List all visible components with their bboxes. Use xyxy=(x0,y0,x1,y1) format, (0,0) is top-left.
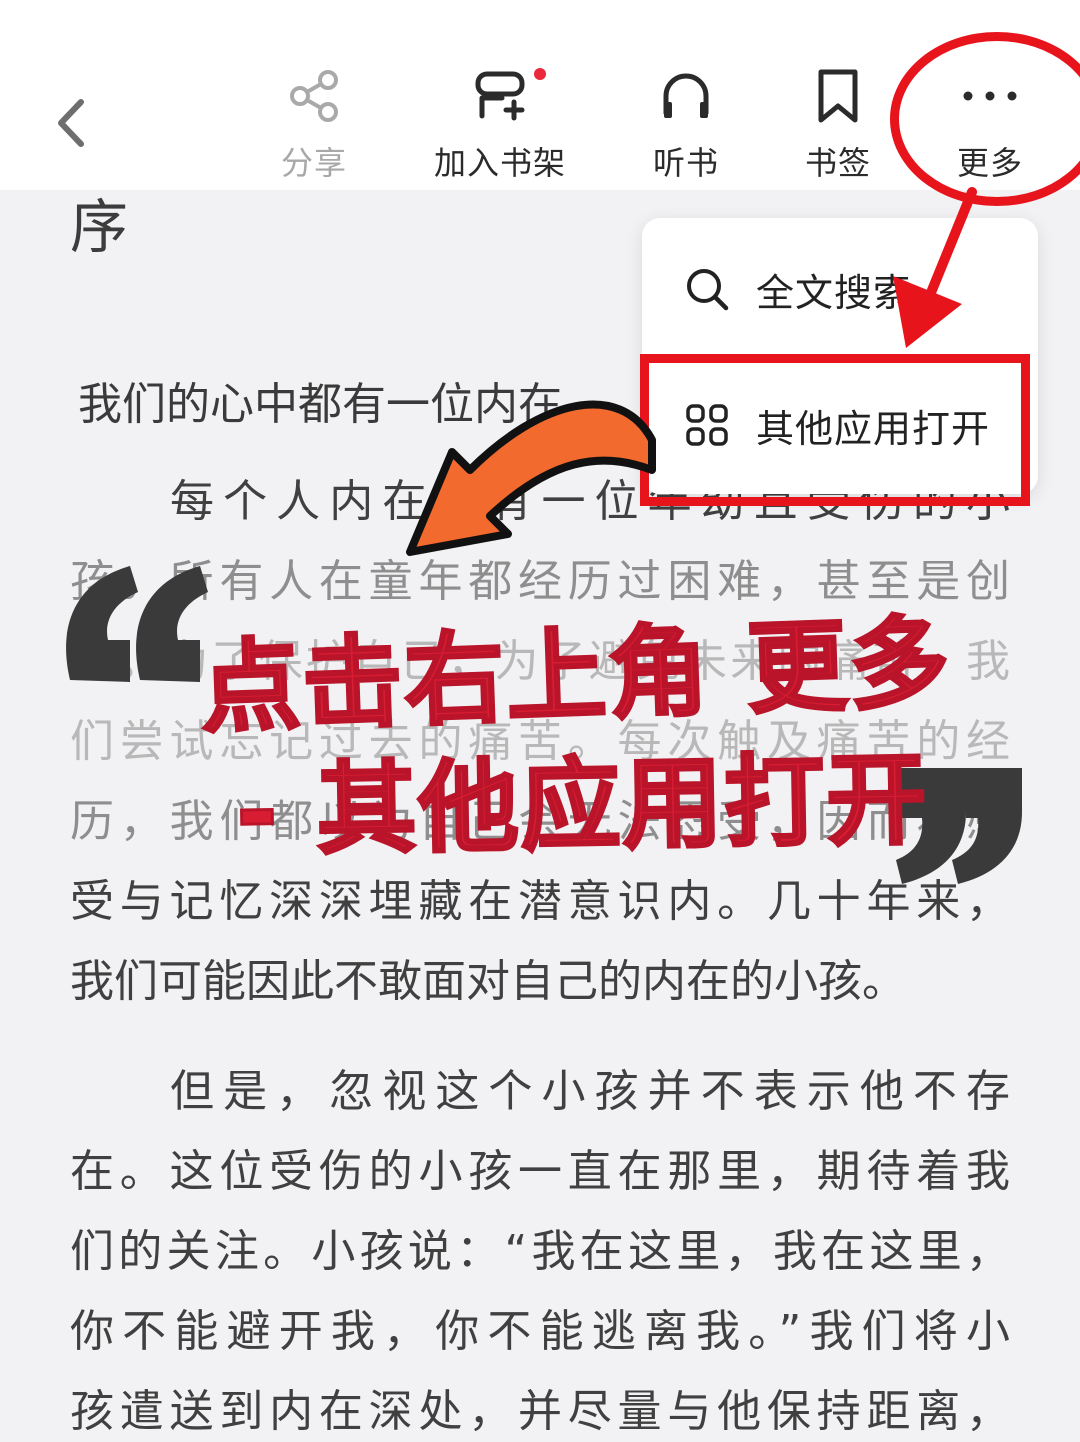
text-line: 们的关注。小孩说：“我在这里，我在这里， xyxy=(70,1226,1010,1277)
text-line: 我们可能因此不敢面对自己的内在的小孩。 xyxy=(70,956,906,1007)
new-badge-dot xyxy=(534,68,546,80)
chapter-title: 序 xyxy=(70,193,129,261)
add-to-bookshelf-label: 加入书架 xyxy=(433,144,566,182)
paragraph-heading: 我们的心中都有一位内在 xyxy=(78,379,562,430)
headline-line-2: - 其他应用打开 xyxy=(234,739,931,871)
share-label: 分享 xyxy=(280,144,347,182)
headphones-icon xyxy=(663,73,709,118)
tutorial-headline: 点击右上角 更多 - 其他应用打开 xyxy=(0,600,1080,871)
share-button[interactable]: 分享 xyxy=(234,64,394,184)
text-line: 但是，忽视这个小孩并不表示他不存 xyxy=(170,1066,1010,1117)
listen-button[interactable]: 听书 xyxy=(606,64,766,184)
search-icon xyxy=(684,266,730,312)
chevron-left-icon xyxy=(58,99,84,147)
bookshelf-add-icon xyxy=(475,71,525,121)
listen-label: 听书 xyxy=(652,144,719,182)
share-icon xyxy=(290,70,338,122)
back-button[interactable] xyxy=(40,88,100,158)
text-line: 你不能避开我，你不能逃离我。”我们将小 xyxy=(70,1306,1010,1357)
menu-item-label: 全文搜索 xyxy=(756,270,913,315)
menu-item-full-text-search[interactable]: 全文搜索 xyxy=(642,224,1038,354)
bookmark-icon xyxy=(818,69,858,123)
text-line: 受与记忆深深埋藏在潜意识内。几十年来， xyxy=(70,876,1010,927)
highlight-box-other-app xyxy=(640,354,1030,506)
add-to-bookshelf-button[interactable]: 加入书架 xyxy=(420,64,580,184)
text-line: 孩遣送到内在深处，并尽量与他保持距离， xyxy=(70,1386,1010,1437)
bookmark-label: 书签 xyxy=(804,144,871,182)
text-line: 在。这位受伤的小孩一直在那里，期待着我 xyxy=(70,1146,1010,1197)
